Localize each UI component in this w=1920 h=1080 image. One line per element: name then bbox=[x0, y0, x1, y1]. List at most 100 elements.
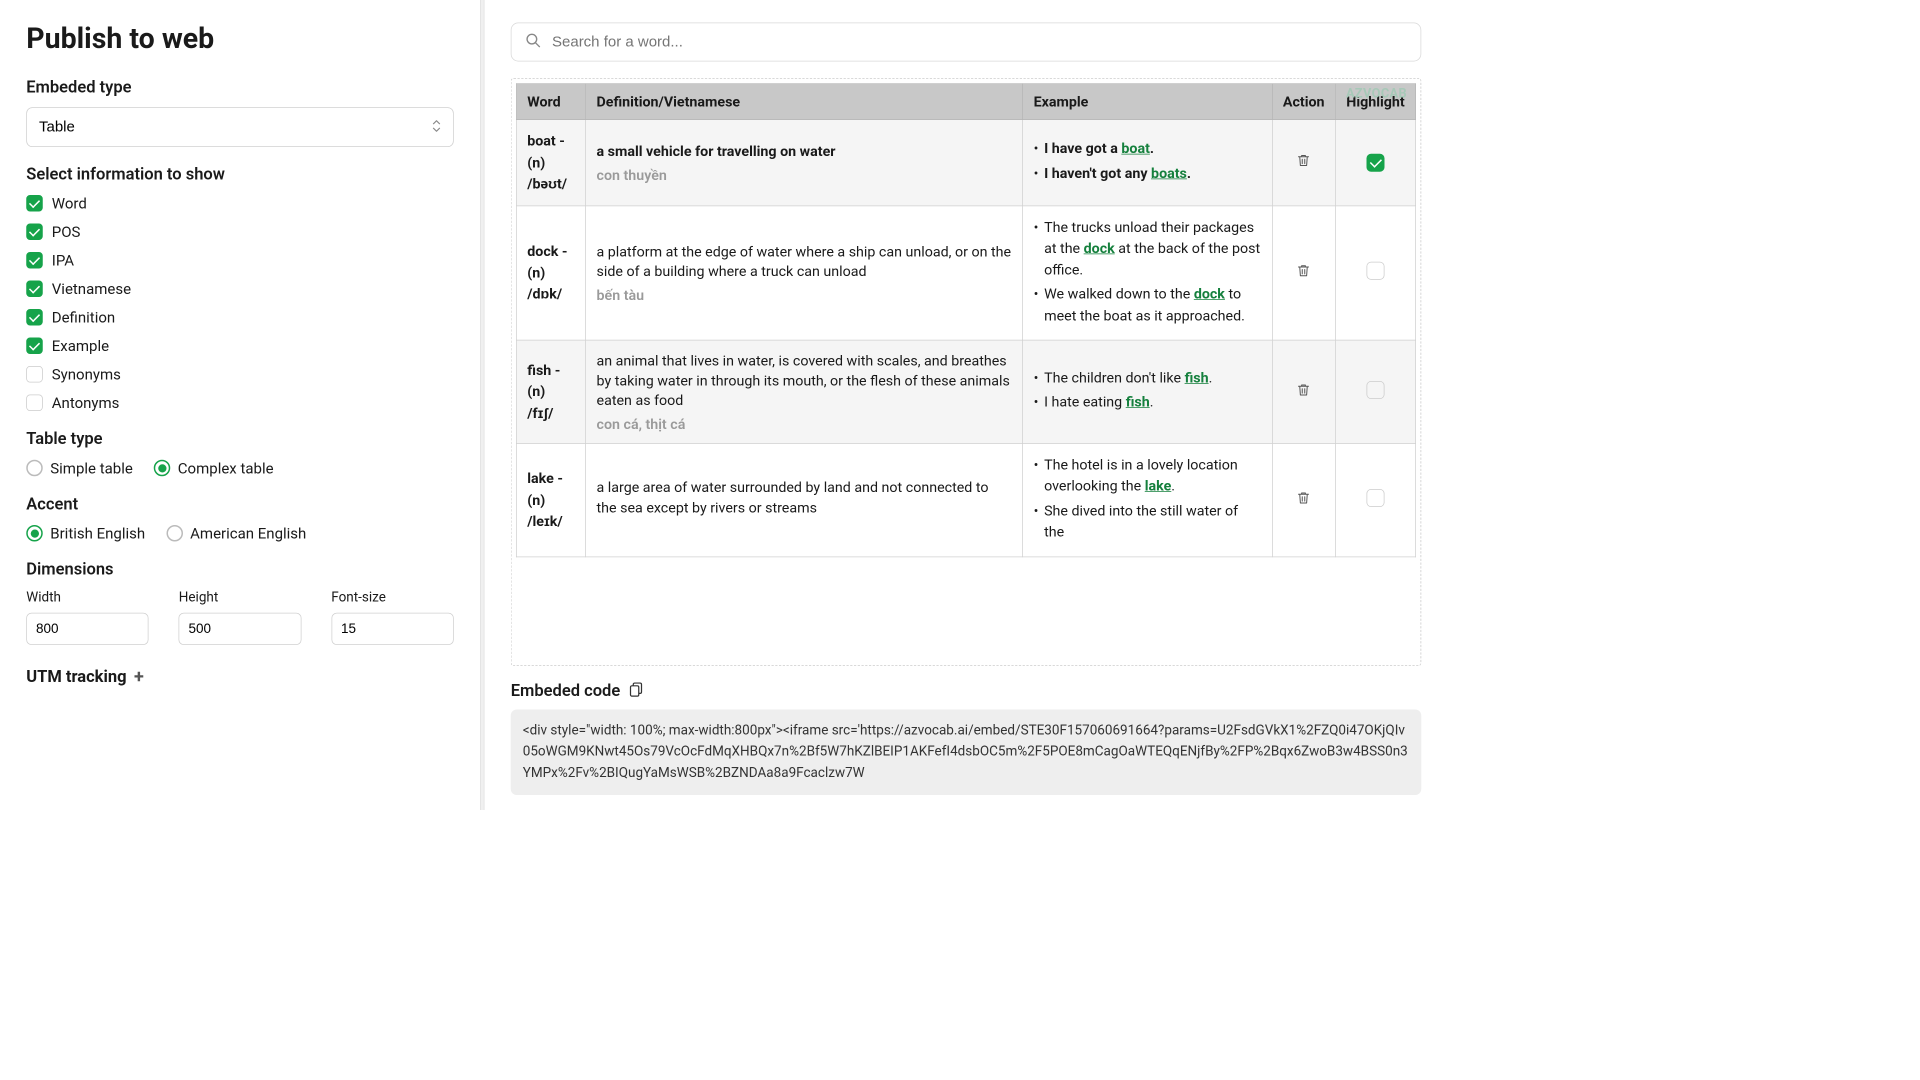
highlight-checkbox[interactable] bbox=[1367, 381, 1385, 399]
col-def: Definition/Vietnamese bbox=[586, 84, 1023, 120]
checkbox-icon bbox=[26, 309, 43, 326]
checkbox-word[interactable]: Word bbox=[26, 194, 454, 212]
radio-icon bbox=[26, 460, 43, 477]
highlight-checkbox[interactable] bbox=[1367, 262, 1385, 280]
table-type-label: Table type bbox=[26, 430, 454, 449]
highlight-cell bbox=[1335, 443, 1415, 556]
fontsize-input[interactable] bbox=[331, 613, 453, 645]
checkbox-icon bbox=[26, 281, 43, 298]
checkbox-icon bbox=[26, 252, 43, 269]
table-row: boat - (n)/bəʊt/a small vehicle for trav… bbox=[516, 120, 1415, 206]
checkbox-label: Antonyms bbox=[52, 394, 120, 412]
word-link[interactable]: dock bbox=[1084, 239, 1115, 256]
checkbox-pos[interactable]: POS bbox=[26, 223, 454, 241]
info-section-label: Select information to show bbox=[26, 165, 454, 184]
radio-label: Complex table bbox=[178, 459, 274, 477]
col-action: Action bbox=[1272, 84, 1335, 120]
checkbox-definition[interactable]: Definition bbox=[26, 308, 454, 326]
example-cell: The trucks unload their packages at the … bbox=[1023, 206, 1272, 341]
radio-label: American English bbox=[190, 524, 306, 542]
highlight-cell bbox=[1335, 206, 1415, 341]
width-input[interactable] bbox=[26, 613, 148, 645]
height-label: Height bbox=[179, 590, 301, 606]
embed-type-label: Embeded type bbox=[26, 78, 454, 97]
word-link[interactable]: boat bbox=[1121, 140, 1150, 157]
trash-icon[interactable] bbox=[1296, 153, 1311, 172]
utm-tracking-label: UTM tracking bbox=[26, 667, 126, 686]
embed-code-label: Embeded code bbox=[511, 682, 620, 701]
height-input[interactable] bbox=[179, 613, 301, 645]
word-link[interactable]: dock bbox=[1194, 285, 1225, 302]
checkbox-icon bbox=[26, 195, 43, 212]
trash-icon[interactable] bbox=[1296, 263, 1311, 282]
word-cell: lake - (n)/leɪk/ bbox=[516, 443, 585, 556]
checkbox-label: Example bbox=[52, 337, 109, 355]
word-link[interactable]: fish bbox=[1185, 369, 1209, 386]
checkbox-antonyms[interactable]: Antonyms bbox=[26, 394, 454, 412]
radio-icon bbox=[26, 525, 43, 542]
trash-icon[interactable] bbox=[1296, 382, 1311, 401]
checkbox-example[interactable]: Example bbox=[26, 337, 454, 355]
checkbox-synonyms[interactable]: Synonyms bbox=[26, 365, 454, 383]
radio-simple-table[interactable]: Simple table bbox=[26, 459, 133, 477]
vocab-table: Word Definition/Vietnamese Example Actio… bbox=[516, 83, 1416, 557]
search-icon bbox=[525, 32, 542, 52]
trash-icon[interactable] bbox=[1296, 491, 1311, 510]
checkbox-label: Word bbox=[52, 194, 87, 212]
checkbox-vietnamese[interactable]: Vietnamese bbox=[26, 280, 454, 298]
table-row: fish - (n)/fɪʃ/an animal that lives in w… bbox=[516, 340, 1415, 443]
checkbox-label: Synonyms bbox=[52, 365, 121, 383]
radio-complex-table[interactable]: Complex table bbox=[154, 459, 274, 477]
radio-american-english[interactable]: American English bbox=[166, 524, 306, 542]
example-cell: The children don't like fish.I hate eati… bbox=[1023, 340, 1272, 443]
checkbox-icon bbox=[26, 338, 43, 355]
table-row: dock - (n)/dɒk/a platform at the edge of… bbox=[516, 206, 1415, 341]
word-link[interactable]: lake bbox=[1145, 477, 1172, 494]
action-cell bbox=[1272, 206, 1335, 341]
word-cell: dock - (n)/dɒk/ bbox=[516, 206, 585, 341]
page-title: Publish to web bbox=[26, 23, 454, 56]
table-row: lake - (n)/leɪk/a large area of water su… bbox=[516, 443, 1415, 556]
radio-label: British English bbox=[50, 524, 145, 542]
search-input[interactable] bbox=[552, 33, 1407, 50]
search-bar[interactable] bbox=[511, 23, 1422, 62]
definition-cell: a platform at the edge of water where a … bbox=[586, 206, 1023, 341]
highlight-cell bbox=[1335, 120, 1415, 206]
radio-icon bbox=[154, 460, 171, 477]
watermark-logo: AZVOCAB bbox=[1346, 86, 1407, 101]
copy-icon[interactable] bbox=[628, 681, 645, 702]
definition-cell: a small vehicle for travelling on waterc… bbox=[586, 120, 1023, 206]
radio-british-english[interactable]: British English bbox=[26, 524, 145, 542]
checkbox-label: POS bbox=[52, 223, 81, 241]
definition-cell: an animal that lives in water, is covere… bbox=[586, 340, 1023, 443]
action-cell bbox=[1272, 443, 1335, 556]
dimensions-label: Dimensions bbox=[26, 560, 454, 579]
highlight-checkbox[interactable] bbox=[1367, 154, 1385, 172]
preview-area: AZVOCAB Word Definition/Vietnamese Examp… bbox=[511, 78, 1422, 666]
width-label: Width bbox=[26, 590, 148, 606]
example-cell: I have got a boat.I haven't got any boat… bbox=[1023, 120, 1272, 206]
checkbox-icon bbox=[26, 224, 43, 241]
col-word: Word bbox=[516, 84, 585, 120]
checkbox-label: Vietnamese bbox=[52, 280, 131, 298]
checkbox-label: IPA bbox=[52, 251, 74, 269]
radio-icon bbox=[166, 525, 183, 542]
checkbox-ipa[interactable]: IPA bbox=[26, 251, 454, 269]
checkbox-icon bbox=[26, 366, 43, 383]
plus-icon[interactable]: + bbox=[134, 666, 144, 687]
highlight-cell bbox=[1335, 340, 1415, 443]
example-cell: The hotel is in a lovely location overlo… bbox=[1023, 443, 1272, 556]
embed-type-select[interactable] bbox=[26, 107, 454, 147]
word-cell: fish - (n)/fɪʃ/ bbox=[516, 340, 585, 443]
col-example: Example bbox=[1023, 84, 1272, 120]
radio-label: Simple table bbox=[50, 459, 133, 477]
checkbox-label: Definition bbox=[52, 308, 115, 326]
action-cell bbox=[1272, 120, 1335, 206]
embed-code-box[interactable]: <div style="width: 100%; max-width:800px… bbox=[511, 709, 1422, 795]
word-link[interactable]: fish bbox=[1126, 393, 1150, 410]
highlight-checkbox[interactable] bbox=[1367, 489, 1385, 507]
action-cell bbox=[1272, 340, 1335, 443]
word-link[interactable]: boats bbox=[1151, 164, 1187, 181]
definition-cell: a large area of water surrounded by land… bbox=[586, 443, 1023, 556]
fontsize-label: Font-size bbox=[331, 590, 453, 606]
